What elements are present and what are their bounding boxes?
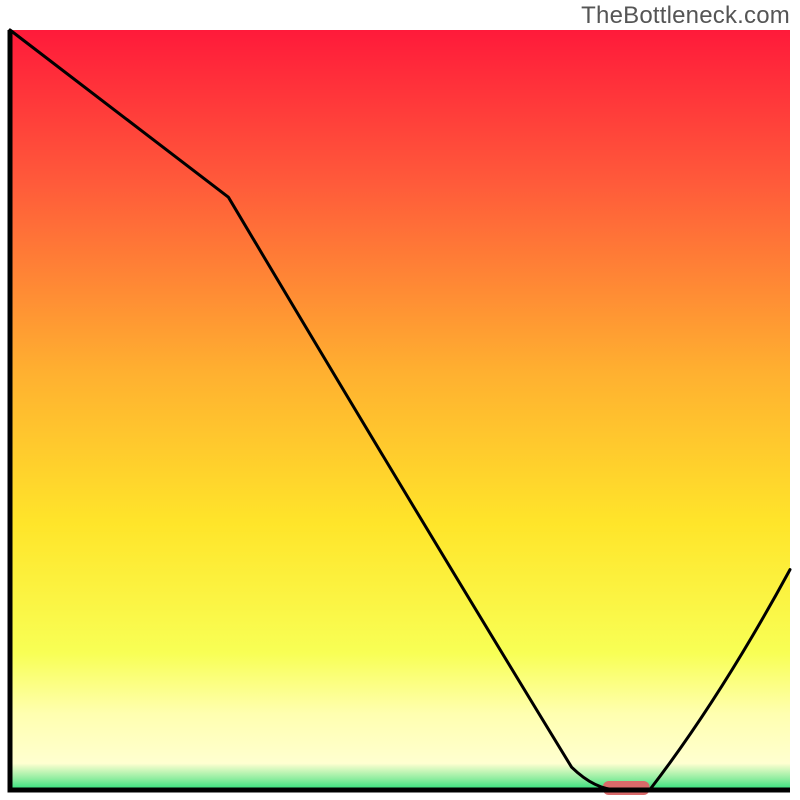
watermark-text: TheBottleneck.com <box>581 2 790 30</box>
plot-background <box>10 30 790 790</box>
bottleneck-chart <box>0 0 800 800</box>
